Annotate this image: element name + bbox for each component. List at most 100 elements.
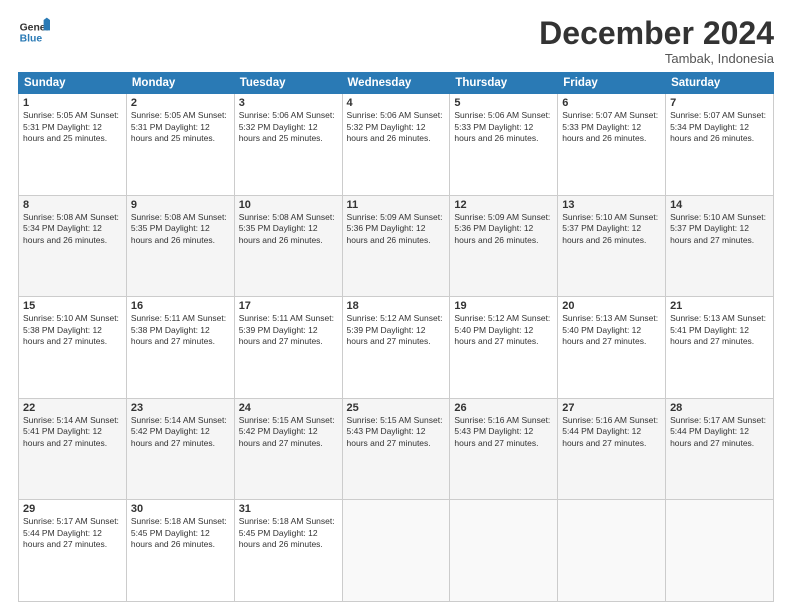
- table-cell: 30Sunrise: 5:18 AM Sunset: 5:45 PM Dayli…: [126, 500, 234, 602]
- table-cell: 28Sunrise: 5:17 AM Sunset: 5:44 PM Dayli…: [666, 398, 774, 500]
- table-cell: 14Sunrise: 5:10 AM Sunset: 5:37 PM Dayli…: [666, 195, 774, 297]
- day-number: 18: [347, 300, 446, 312]
- day-info: Sunrise: 5:06 AM Sunset: 5:32 PM Dayligh…: [347, 110, 446, 144]
- svg-text:Blue: Blue: [20, 34, 43, 45]
- day-number: 8: [23, 199, 122, 211]
- day-info: Sunrise: 5:07 AM Sunset: 5:34 PM Dayligh…: [670, 110, 769, 144]
- day-number: 30: [131, 503, 230, 515]
- table-cell: 27Sunrise: 5:16 AM Sunset: 5:44 PM Dayli…: [558, 398, 666, 500]
- day-number: 1: [23, 97, 122, 109]
- day-number: 31: [239, 503, 338, 515]
- table-cell: 21Sunrise: 5:13 AM Sunset: 5:41 PM Dayli…: [666, 297, 774, 399]
- day-info: Sunrise: 5:11 AM Sunset: 5:39 PM Dayligh…: [239, 313, 338, 347]
- table-cell: 5Sunrise: 5:06 AM Sunset: 5:33 PM Daylig…: [450, 94, 558, 196]
- table-cell: 1Sunrise: 5:05 AM Sunset: 5:31 PM Daylig…: [19, 94, 127, 196]
- day-number: 26: [454, 402, 553, 414]
- day-info: Sunrise: 5:15 AM Sunset: 5:42 PM Dayligh…: [239, 415, 338, 449]
- table-cell: 25Sunrise: 5:15 AM Sunset: 5:43 PM Dayli…: [342, 398, 450, 500]
- day-number: 25: [347, 402, 446, 414]
- day-info: Sunrise: 5:13 AM Sunset: 5:41 PM Dayligh…: [670, 313, 769, 347]
- title-block: December 2024 Tambak, Indonesia: [539, 16, 774, 66]
- table-cell: 23Sunrise: 5:14 AM Sunset: 5:42 PM Dayli…: [126, 398, 234, 500]
- col-saturday: Saturday: [666, 73, 774, 94]
- day-info: Sunrise: 5:12 AM Sunset: 5:40 PM Dayligh…: [454, 313, 553, 347]
- day-info: Sunrise: 5:05 AM Sunset: 5:31 PM Dayligh…: [131, 110, 230, 144]
- table-cell: 10Sunrise: 5:08 AM Sunset: 5:35 PM Dayli…: [234, 195, 342, 297]
- table-cell: 26Sunrise: 5:16 AM Sunset: 5:43 PM Dayli…: [450, 398, 558, 500]
- logo: General Blue General Blue: [18, 16, 50, 48]
- table-cell: [666, 500, 774, 602]
- col-sunday: Sunday: [19, 73, 127, 94]
- day-number: 15: [23, 300, 122, 312]
- day-info: Sunrise: 5:10 AM Sunset: 5:38 PM Dayligh…: [23, 313, 122, 347]
- day-info: Sunrise: 5:06 AM Sunset: 5:32 PM Dayligh…: [239, 110, 338, 144]
- day-number: 16: [131, 300, 230, 312]
- day-number: 17: [239, 300, 338, 312]
- table-cell: 6Sunrise: 5:07 AM Sunset: 5:33 PM Daylig…: [558, 94, 666, 196]
- day-number: 20: [562, 300, 661, 312]
- table-cell: 22Sunrise: 5:14 AM Sunset: 5:41 PM Dayli…: [19, 398, 127, 500]
- col-friday: Friday: [558, 73, 666, 94]
- day-info: Sunrise: 5:14 AM Sunset: 5:41 PM Dayligh…: [23, 415, 122, 449]
- col-thursday: Thursday: [450, 73, 558, 94]
- table-cell: [558, 500, 666, 602]
- table-cell: 4Sunrise: 5:06 AM Sunset: 5:32 PM Daylig…: [342, 94, 450, 196]
- table-cell: 18Sunrise: 5:12 AM Sunset: 5:39 PM Dayli…: [342, 297, 450, 399]
- month-title: December 2024: [539, 16, 774, 51]
- day-info: Sunrise: 5:06 AM Sunset: 5:33 PM Dayligh…: [454, 110, 553, 144]
- table-cell: 24Sunrise: 5:15 AM Sunset: 5:42 PM Dayli…: [234, 398, 342, 500]
- day-number: 5: [454, 97, 553, 109]
- day-info: Sunrise: 5:13 AM Sunset: 5:40 PM Dayligh…: [562, 313, 661, 347]
- day-info: Sunrise: 5:18 AM Sunset: 5:45 PM Dayligh…: [131, 516, 230, 550]
- table-cell: 8Sunrise: 5:08 AM Sunset: 5:34 PM Daylig…: [19, 195, 127, 297]
- table-cell: 13Sunrise: 5:10 AM Sunset: 5:37 PM Dayli…: [558, 195, 666, 297]
- location: Tambak, Indonesia: [539, 51, 774, 66]
- table-cell: 7Sunrise: 5:07 AM Sunset: 5:34 PM Daylig…: [666, 94, 774, 196]
- day-number: 2: [131, 97, 230, 109]
- table-cell: 11Sunrise: 5:09 AM Sunset: 5:36 PM Dayli…: [342, 195, 450, 297]
- day-info: Sunrise: 5:05 AM Sunset: 5:31 PM Dayligh…: [23, 110, 122, 144]
- day-info: Sunrise: 5:10 AM Sunset: 5:37 PM Dayligh…: [670, 212, 769, 246]
- logo-icon: General Blue: [18, 16, 50, 48]
- header-row: Sunday Monday Tuesday Wednesday Thursday…: [19, 73, 774, 94]
- table-cell: 29Sunrise: 5:17 AM Sunset: 5:44 PM Dayli…: [19, 500, 127, 602]
- day-number: 4: [347, 97, 446, 109]
- col-wednesday: Wednesday: [342, 73, 450, 94]
- day-info: Sunrise: 5:15 AM Sunset: 5:43 PM Dayligh…: [347, 415, 446, 449]
- day-number: 23: [131, 402, 230, 414]
- day-info: Sunrise: 5:14 AM Sunset: 5:42 PM Dayligh…: [131, 415, 230, 449]
- table-cell: 17Sunrise: 5:11 AM Sunset: 5:39 PM Dayli…: [234, 297, 342, 399]
- day-info: Sunrise: 5:07 AM Sunset: 5:33 PM Dayligh…: [562, 110, 661, 144]
- header: General Blue General Blue December 2024 …: [18, 16, 774, 66]
- table-cell: 16Sunrise: 5:11 AM Sunset: 5:38 PM Dayli…: [126, 297, 234, 399]
- day-number: 11: [347, 199, 446, 211]
- day-info: Sunrise: 5:11 AM Sunset: 5:38 PM Dayligh…: [131, 313, 230, 347]
- day-info: Sunrise: 5:08 AM Sunset: 5:35 PM Dayligh…: [239, 212, 338, 246]
- day-info: Sunrise: 5:18 AM Sunset: 5:45 PM Dayligh…: [239, 516, 338, 550]
- day-number: 22: [23, 402, 122, 414]
- day-info: Sunrise: 5:08 AM Sunset: 5:35 PM Dayligh…: [131, 212, 230, 246]
- table-cell: [342, 500, 450, 602]
- day-number: 10: [239, 199, 338, 211]
- table-cell: 3Sunrise: 5:06 AM Sunset: 5:32 PM Daylig…: [234, 94, 342, 196]
- day-info: Sunrise: 5:10 AM Sunset: 5:37 PM Dayligh…: [562, 212, 661, 246]
- day-number: 24: [239, 402, 338, 414]
- day-number: 13: [562, 199, 661, 211]
- calendar-page: General Blue General Blue December 2024 …: [0, 0, 792, 612]
- day-info: Sunrise: 5:17 AM Sunset: 5:44 PM Dayligh…: [670, 415, 769, 449]
- table-cell: 20Sunrise: 5:13 AM Sunset: 5:40 PM Dayli…: [558, 297, 666, 399]
- day-number: 14: [670, 199, 769, 211]
- col-monday: Monday: [126, 73, 234, 94]
- day-number: 27: [562, 402, 661, 414]
- day-number: 21: [670, 300, 769, 312]
- table-cell: 31Sunrise: 5:18 AM Sunset: 5:45 PM Dayli…: [234, 500, 342, 602]
- table-cell: 19Sunrise: 5:12 AM Sunset: 5:40 PM Dayli…: [450, 297, 558, 399]
- day-info: Sunrise: 5:12 AM Sunset: 5:39 PM Dayligh…: [347, 313, 446, 347]
- day-info: Sunrise: 5:08 AM Sunset: 5:34 PM Dayligh…: [23, 212, 122, 246]
- day-number: 12: [454, 199, 553, 211]
- day-number: 29: [23, 503, 122, 515]
- day-number: 6: [562, 97, 661, 109]
- day-number: 7: [670, 97, 769, 109]
- day-info: Sunrise: 5:17 AM Sunset: 5:44 PM Dayligh…: [23, 516, 122, 550]
- day-info: Sunrise: 5:16 AM Sunset: 5:43 PM Dayligh…: [454, 415, 553, 449]
